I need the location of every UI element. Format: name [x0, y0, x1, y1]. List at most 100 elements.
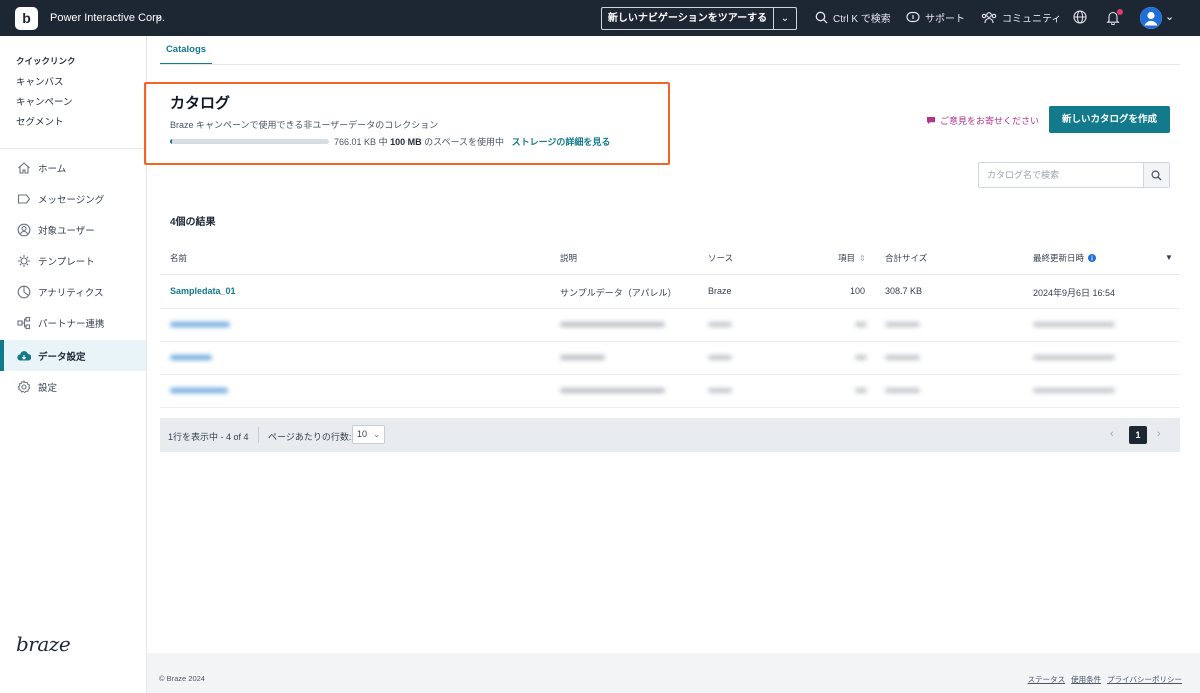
data-settings-icon	[17, 349, 31, 363]
search-label: Ctrl K で検索	[833, 14, 891, 25]
column-header-items[interactable]: 項目 ⇕	[838, 252, 866, 264]
sidebar-item-analytics[interactable]: アナリティクス	[0, 276, 146, 307]
next-page-icon[interactable]: ›	[1157, 428, 1161, 440]
tour-chevron-down-icon[interactable]: ⌄	[774, 8, 796, 29]
redacted-source	[708, 355, 732, 360]
create-catalog-button[interactable]: 新しいカタログを作成	[1049, 106, 1170, 133]
redacted-name	[170, 322, 230, 327]
sidebar-item-partners[interactable]: パートナー連携	[0, 307, 146, 338]
tab-underline-divider	[160, 64, 1180, 65]
support-label: サポート	[925, 14, 965, 25]
top-bar: b Power Interactive Corp. ⌄ 新しいナビゲーションをツ…	[0, 0, 1200, 36]
quicklink-segments[interactable]: セグメント	[16, 114, 64, 128]
tab-catalogs[interactable]: Catalogs	[160, 44, 212, 65]
column-header-label: 説明	[560, 253, 578, 263]
catalog-search-input[interactable]	[979, 163, 1143, 187]
feedback-label: ご意見をお寄せください	[940, 116, 1040, 126]
page-title: カタログ	[170, 95, 231, 112]
org-name[interactable]: Power Interactive Corp.	[50, 12, 165, 24]
column-header-label: 項目	[838, 253, 856, 263]
storage-total: 100 MB	[390, 137, 422, 147]
sidebar-item-label: データ設定	[38, 351, 86, 363]
redacted-updated	[1033, 322, 1115, 327]
sidebar-item-label: アナリティクス	[38, 287, 104, 299]
previous-page-icon[interactable]: ‹	[1110, 428, 1114, 440]
rows-per-page-select[interactable]: 10 ⌄	[352, 425, 385, 444]
audience-icon	[17, 223, 31, 237]
community-button[interactable]: コミュニティ	[981, 10, 1061, 25]
redacted-updated	[1033, 355, 1115, 360]
footer-link-privacy[interactable]: プライバシーポリシー	[1107, 674, 1182, 685]
page-number-current[interactable]: 1	[1129, 426, 1147, 444]
sidebar-item-messaging[interactable]: メッセージング	[0, 183, 146, 214]
column-header-last-updated[interactable]: 最終更新日時	[1033, 252, 1097, 264]
sidebar-item-label: テンプレート	[38, 256, 95, 268]
tour-label[interactable]: 新しいナビゲーションをツアーする	[602, 8, 774, 29]
sidebar-item-templates[interactable]: テンプレート	[0, 245, 146, 276]
catalog-search-button[interactable]	[1143, 163, 1169, 187]
results-count: 4個の結果	[170, 217, 216, 228]
quicklink-campaigns[interactable]: キャンペーン	[16, 94, 73, 108]
redacted-size	[885, 322, 920, 327]
cell-items: 100	[850, 286, 866, 296]
sidebar-item-label: 設定	[38, 382, 58, 394]
footer-link-terms[interactable]: 使用条件	[1071, 674, 1101, 685]
pagination-count: 1行を表示中 - 4 of 4	[168, 432, 249, 442]
sidebar-divider	[0, 148, 146, 149]
braze-logo-icon[interactable]: b	[15, 7, 38, 30]
footer: © Braze 2024 ステータス 使用条件 プライバシーポリシー	[147, 653, 1200, 693]
redacted-size	[885, 388, 920, 393]
feedback-link[interactable]: ご意見をお寄せください	[926, 114, 1039, 127]
column-header-description: 説明	[560, 252, 577, 264]
catalog-name-link[interactable]: Sampledata_01	[170, 286, 236, 296]
chat-bubble-icon	[927, 117, 935, 124]
settings-icon	[17, 379, 31, 394]
column-header-label: 最終更新日時	[1033, 253, 1085, 263]
support-icon	[906, 11, 920, 23]
redacted-items	[855, 388, 867, 393]
redacted-name	[170, 355, 212, 360]
global-search-button[interactable]: Ctrl K で検索	[815, 10, 891, 25]
avatar-chevron-down-icon[interactable]: ⌄	[1165, 10, 1174, 23]
user-avatar[interactable]	[1140, 7, 1162, 29]
cell-last-updated: 2024年9月6日 16:54	[1033, 288, 1116, 298]
storage-progress-bar	[170, 139, 329, 144]
messaging-icon	[17, 192, 31, 206]
cell-description: サンプルデータ（アパレル）	[560, 288, 677, 298]
rows-per-page-value: 10	[357, 429, 368, 439]
column-header-label: 名前	[170, 253, 188, 263]
column-header-source: ソース	[708, 252, 733, 264]
sidebar-item-home[interactable]: ホーム	[0, 152, 146, 183]
redacted-updated	[1033, 388, 1115, 393]
cell-source: Braze	[708, 286, 732, 296]
community-icon	[981, 12, 997, 24]
search-icon	[1151, 169, 1162, 180]
globe-icon[interactable]	[1073, 10, 1087, 24]
support-button[interactable]: サポート	[906, 10, 965, 25]
redacted-description	[560, 355, 605, 360]
storage-details-link[interactable]: ストレージの詳細を見る	[512, 137, 611, 147]
quicklink-canvas[interactable]: キャンバス	[16, 74, 64, 88]
org-chevron-down-icon[interactable]: ⌄	[154, 9, 163, 22]
redacted-size	[885, 355, 920, 360]
redacted-source	[708, 322, 732, 327]
sidebar-item-settings[interactable]: 設定	[0, 371, 146, 402]
storage-progress-fill	[170, 139, 172, 144]
redacted-source	[708, 388, 732, 393]
sidebar-item-data-settings[interactable]: データ設定	[0, 340, 146, 371]
pagination-divider	[258, 427, 259, 443]
column-header-label: 合計サイズ	[885, 253, 928, 263]
tour-navigation-button[interactable]: 新しいナビゲーションをツアーする ⌄	[601, 7, 797, 30]
catalog-search	[978, 162, 1170, 188]
sidebar-item-audience[interactable]: 対象ユーザー	[0, 214, 146, 245]
columns-dropdown-icon[interactable]: ▼	[1165, 253, 1173, 262]
templates-icon	[17, 254, 31, 268]
page-description: Braze キャンペーンで使用できる非ユーザーデータのコレクション	[170, 120, 439, 130]
footer-link-status[interactable]: ステータス	[1028, 674, 1066, 685]
redacted-description	[560, 322, 665, 327]
redacted-items	[855, 322, 867, 327]
rows-per-page-label: ページあたりの行数:	[268, 432, 352, 442]
storage-suffix: のスペースを使用中	[424, 137, 505, 147]
info-icon[interactable]	[1088, 254, 1097, 262]
column-header-name[interactable]: 名前	[170, 252, 187, 264]
